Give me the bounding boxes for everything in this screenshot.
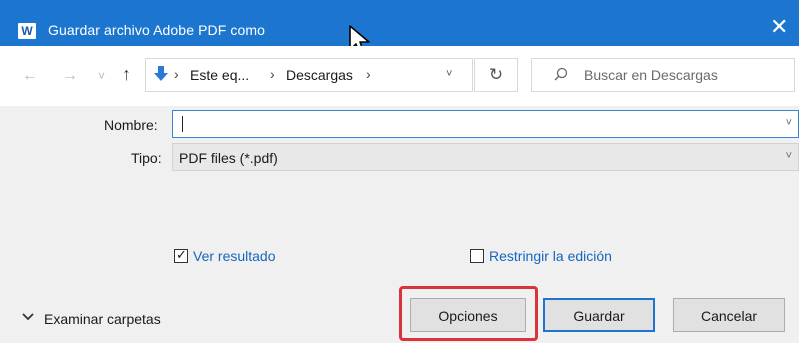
refresh-icon: ↻ xyxy=(488,65,504,84)
view-result-checkbox[interactable]: ✓ xyxy=(174,247,188,263)
search-box[interactable]: Buscar en Descargas xyxy=(531,58,795,92)
file-type-select[interactable]: PDF files (*.pdf) ˅ xyxy=(172,143,799,171)
breadcrumb-this-pc[interactable]: Este eq... xyxy=(190,67,249,83)
up-button[interactable]: ↑ xyxy=(122,64,131,85)
forward-button[interactable]: → xyxy=(62,67,78,85)
browse-folders-toggle[interactable]: Examinar carpetas xyxy=(44,311,161,327)
checkmark-icon: ✓ xyxy=(176,247,187,262)
save-button[interactable]: Guardar xyxy=(543,298,655,332)
title-bar: W Guardar archivo Adobe PDF como ✕ xyxy=(0,0,799,56)
search-icon xyxy=(554,67,568,81)
refresh-button[interactable]: ↻ xyxy=(474,58,518,92)
highlight-box xyxy=(399,286,538,341)
breadcrumb-downloads[interactable]: Descargas xyxy=(286,67,353,83)
recent-locations-button[interactable]: ˅ xyxy=(98,69,105,83)
breadcrumb-separator-icon: › xyxy=(366,66,371,82)
window-title: Guardar archivo Adobe PDF como xyxy=(48,22,265,38)
breadcrumb-separator-icon: › xyxy=(270,66,275,82)
view-result-label[interactable]: Ver resultado xyxy=(193,248,276,264)
filename-input[interactable]: ˅ xyxy=(172,110,799,138)
chevron-down-icon[interactable] xyxy=(22,312,34,322)
restrict-edit-checkbox[interactable] xyxy=(470,249,484,263)
file-form: Nombre: ˅ Tipo: PDF files (*.pdf) ˅ xyxy=(0,106,799,196)
downloads-folder-icon xyxy=(154,66,168,81)
filename-dropdown-icon[interactable]: ˅ xyxy=(786,117,792,129)
navigation-bar: ← → ˅ ↑ › Este eq... › Descargas › ˅ ↻ B… xyxy=(0,46,799,107)
back-button[interactable]: ← xyxy=(22,67,38,85)
restrict-edit-label[interactable]: Restringir la edición xyxy=(489,248,612,264)
type-label: Tipo: xyxy=(131,150,162,166)
close-button[interactable]: ✕ xyxy=(770,16,788,38)
name-label: Nombre: xyxy=(104,117,158,133)
word-app-icon: W xyxy=(18,23,36,39)
cancel-button[interactable]: Cancelar xyxy=(673,298,785,332)
text-caret xyxy=(182,116,183,132)
search-placeholder: Buscar en Descargas xyxy=(584,67,718,83)
address-bar[interactable]: › Este eq... › Descargas › ˅ xyxy=(145,58,473,92)
file-type-dropdown-icon: ˅ xyxy=(785,150,792,162)
address-dropdown-icon[interactable]: ˅ xyxy=(446,68,452,80)
breadcrumb-separator-icon: › xyxy=(174,66,179,82)
file-type-value: PDF files (*.pdf) xyxy=(179,150,278,166)
